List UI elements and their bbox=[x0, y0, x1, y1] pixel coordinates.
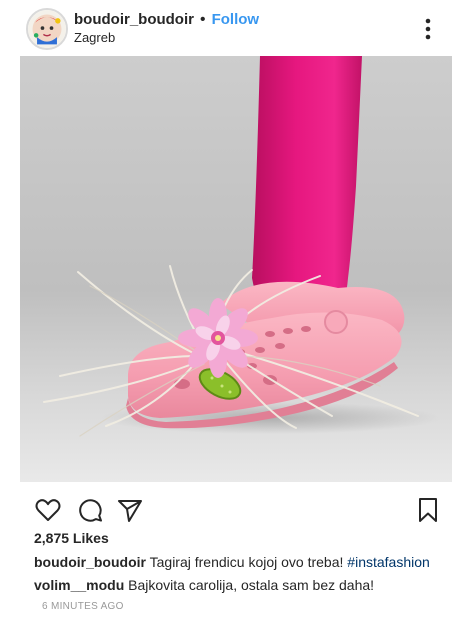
comment-icon[interactable] bbox=[76, 496, 104, 524]
caption-hashtag[interactable]: #instafashion bbox=[347, 554, 430, 570]
avatar-illustration bbox=[28, 10, 66, 48]
pink-clog-photo bbox=[20, 56, 452, 482]
avatar[interactable] bbox=[26, 8, 68, 50]
comment-text: Bajkovita carolija, ostala sam bez daha! bbox=[128, 577, 375, 593]
post-location[interactable]: Zagreb bbox=[74, 30, 115, 45]
paper-plane-icon[interactable] bbox=[116, 496, 144, 524]
post-timestamp: 6 MINUTES AGO bbox=[42, 601, 124, 612]
caption-username[interactable]: boudoir_boudoir bbox=[34, 554, 146, 570]
comment-item: volim__modu Bajkovita carolija, ostala s… bbox=[34, 577, 374, 593]
post-header: boudoir_boudoir • Follow Zagreb bbox=[0, 0, 470, 56]
more-vertical-icon[interactable] bbox=[420, 16, 436, 42]
caption-text: Tagiraj frendicu kojoj ovo treba! bbox=[149, 554, 344, 570]
post-author-line: boudoir_boudoir • Follow bbox=[74, 11, 259, 29]
separator-dot: • bbox=[200, 11, 206, 28]
follow-button[interactable]: Follow bbox=[212, 11, 260, 28]
post-caption: boudoir_boudoir Tagiraj frendicu kojoj o… bbox=[34, 554, 430, 570]
comment-username[interactable]: volim__modu bbox=[34, 577, 124, 593]
post-username[interactable]: boudoir_boudoir bbox=[74, 11, 194, 28]
heart-icon[interactable] bbox=[34, 496, 62, 524]
bookmark-icon[interactable] bbox=[414, 496, 442, 524]
post-image[interactable] bbox=[20, 56, 452, 482]
like-count[interactable]: 2,875 Likes bbox=[34, 530, 109, 546]
action-bar bbox=[0, 496, 470, 526]
